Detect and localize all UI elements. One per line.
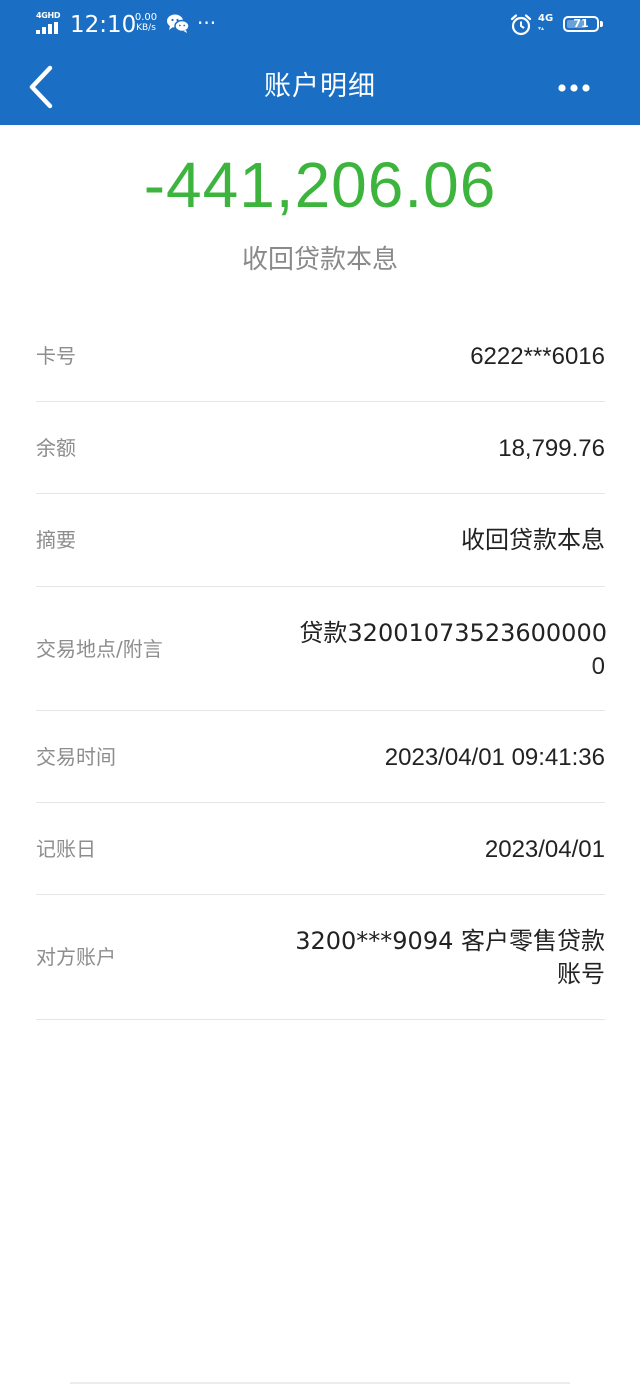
detail-value-line2: 账号	[557, 960, 605, 988]
chevron-left-icon	[29, 65, 53, 109]
transaction-amount: -441,206.06	[143, 149, 497, 221]
more-horizontal-icon	[558, 84, 590, 92]
detail-row-balance: 余额 18,799.76	[36, 402, 605, 494]
network-type-label: 4G ▾▴	[538, 13, 554, 32]
detail-row-location-note: 交易地点/附言 贷款32001073523600000 0	[36, 587, 607, 711]
network-speed-value: 0.00	[134, 12, 158, 23]
detail-label: 对方账户	[36, 945, 116, 969]
page-title: 账户明细	[264, 71, 376, 102]
network-speed: 0.00 KB/s	[130, 12, 162, 34]
wechat-icon	[166, 13, 190, 35]
app-header: 4GHD 12:10 0.00 KB/s ··· 4G ▾▴ 71 账户明细	[0, 0, 640, 125]
detail-row-summary: 摘要 收回贷款本息	[36, 494, 605, 587]
detail-label: 余额	[36, 436, 76, 460]
detail-value-line1: 3200***9094 客户零售贷款	[295, 927, 605, 955]
detail-row-posting-date: 记账日 2023/04/01	[36, 803, 605, 895]
battery-level: 71	[573, 17, 589, 30]
detail-row-counterparty-account: 对方账户 3200***9094 客户零售贷款 账号	[36, 895, 605, 1020]
detail-label: 记账日	[36, 837, 96, 861]
nav-bar: 账户明细	[0, 48, 640, 125]
more-button[interactable]	[548, 70, 604, 106]
detail-value: 6222***6016	[470, 343, 605, 370]
back-button[interactable]	[22, 60, 78, 116]
detail-row-transaction-time: 交易时间 2023/04/01 09:41:36	[36, 711, 605, 803]
alarm-icon	[509, 13, 533, 37]
redaction-mask	[470, 651, 590, 681]
detail-label: 摘要	[36, 528, 76, 552]
network-label: 4GHD	[36, 11, 61, 20]
detail-value: 2023/04/01	[484, 836, 605, 863]
detail-value-line1: 贷款32001073523600000	[299, 619, 607, 647]
status-more-indicator: ···	[197, 11, 217, 35]
detail-row-card-number: 卡号 6222***6016	[36, 310, 605, 402]
detail-label: 交易地点/附言	[36, 637, 163, 661]
redaction-mask	[354, 340, 450, 372]
detail-label: 卡号	[36, 344, 76, 368]
detail-value-line2: 0	[591, 653, 605, 680]
detail-value: 收回贷款本息	[461, 526, 605, 554]
bottom-divider	[70, 1382, 570, 1384]
detail-label: 交易时间	[36, 745, 116, 769]
status-bar: 4GHD 12:10 0.00 KB/s ··· 4G ▾▴ 71	[0, 0, 640, 48]
network-speed-unit: KB/s	[136, 23, 156, 33]
detail-value: 2023/04/01 09:41:36	[384, 744, 605, 771]
status-time: 12:10	[70, 12, 137, 38]
signal-icon: 4GHD	[36, 12, 62, 34]
battery-icon: 71	[563, 16, 603, 32]
detail-value: 18,799.76	[498, 435, 605, 462]
transaction-description: 收回贷款本息	[241, 245, 398, 275]
